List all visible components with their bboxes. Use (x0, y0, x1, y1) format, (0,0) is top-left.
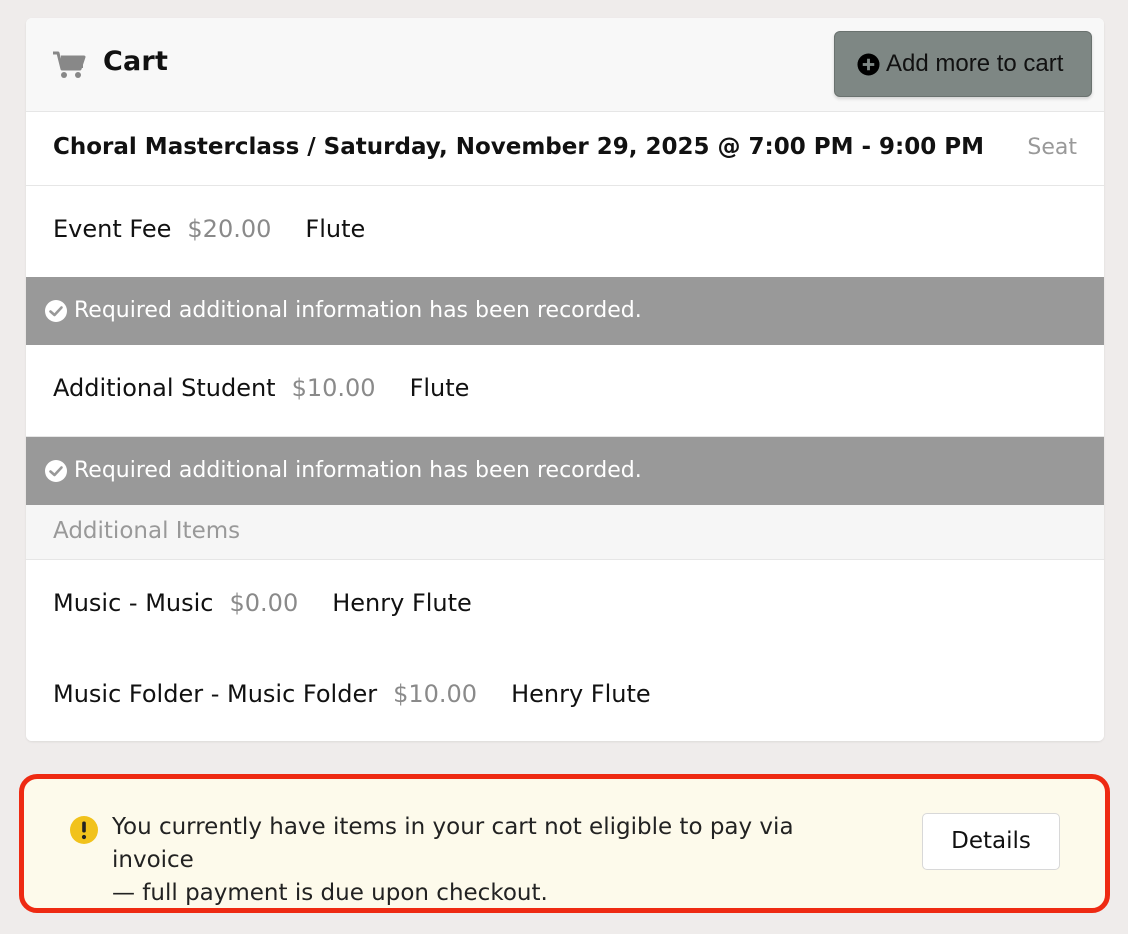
cart-header: Cart Add more to cart (26, 18, 1104, 112)
info-recorded-notice: Required additional information has been… (26, 277, 1104, 345)
additional-item-row: Music Folder - Music Folder $10.00 Henry F… (26, 651, 1104, 741)
event-title: Choral Masterclass / Saturday, November … (53, 134, 984, 160)
cart-item-row: Event Fee $20.00 Flute (26, 186, 1104, 278)
info-notice-text: Required additional information has been… (74, 298, 642, 323)
additional-item-row: Music - Music $0.00 Henry Flute (26, 560, 1104, 652)
check-circle-icon (45, 300, 67, 322)
event-row: Choral Masterclass / Saturday, November … (26, 112, 1104, 186)
item-price: $10.00 (291, 374, 376, 402)
seat-label: Seat (1027, 135, 1077, 160)
item-price: $10.00 (393, 680, 478, 708)
alert-line-2: — full payment is due upon checkout. (112, 880, 548, 906)
alert-line-1: You currently have items in your cart no… (112, 814, 794, 873)
invoice-warning-alert: You currently have items in your cart no… (19, 774, 1110, 913)
cart-icon (53, 51, 86, 78)
info-recorded-notice: Required additional information has been… (26, 437, 1104, 505)
add-more-to-cart-button[interactable]: Add more to cart (834, 31, 1092, 97)
warning-icon (70, 816, 98, 844)
add-more-to-cart-label: Add more to cart (886, 50, 1064, 77)
page-title: Cart (103, 46, 169, 77)
details-button[interactable]: Details (922, 813, 1060, 870)
plus-circle-icon (857, 53, 880, 76)
cart-card: Cart Add more to cart Choral Masterclass… (26, 18, 1104, 741)
info-notice-text: Required additional information has been… (74, 458, 642, 483)
item-attendee: Flute (305, 215, 366, 243)
item-name: Event Fee (53, 215, 172, 243)
item-attendee: Henry Flute (332, 589, 472, 617)
item-name: Additional Student (53, 374, 276, 402)
additional-items-heading: Additional Items (26, 505, 1104, 560)
alert-message: You currently have items in your cart no… (112, 811, 882, 910)
item-price: $0.00 (229, 589, 299, 617)
item-attendee: Henry Flute (511, 680, 651, 708)
item-name: Music - Music (53, 589, 214, 617)
check-circle-icon (45, 460, 67, 482)
item-name: Music Folder - Music Folder (53, 680, 378, 708)
additional-items-label: Additional Items (53, 518, 241, 544)
item-price: $20.00 (187, 215, 272, 243)
cart-item-row: Additional Student $10.00 Flute (26, 345, 1104, 437)
item-attendee: Flute (409, 374, 470, 402)
